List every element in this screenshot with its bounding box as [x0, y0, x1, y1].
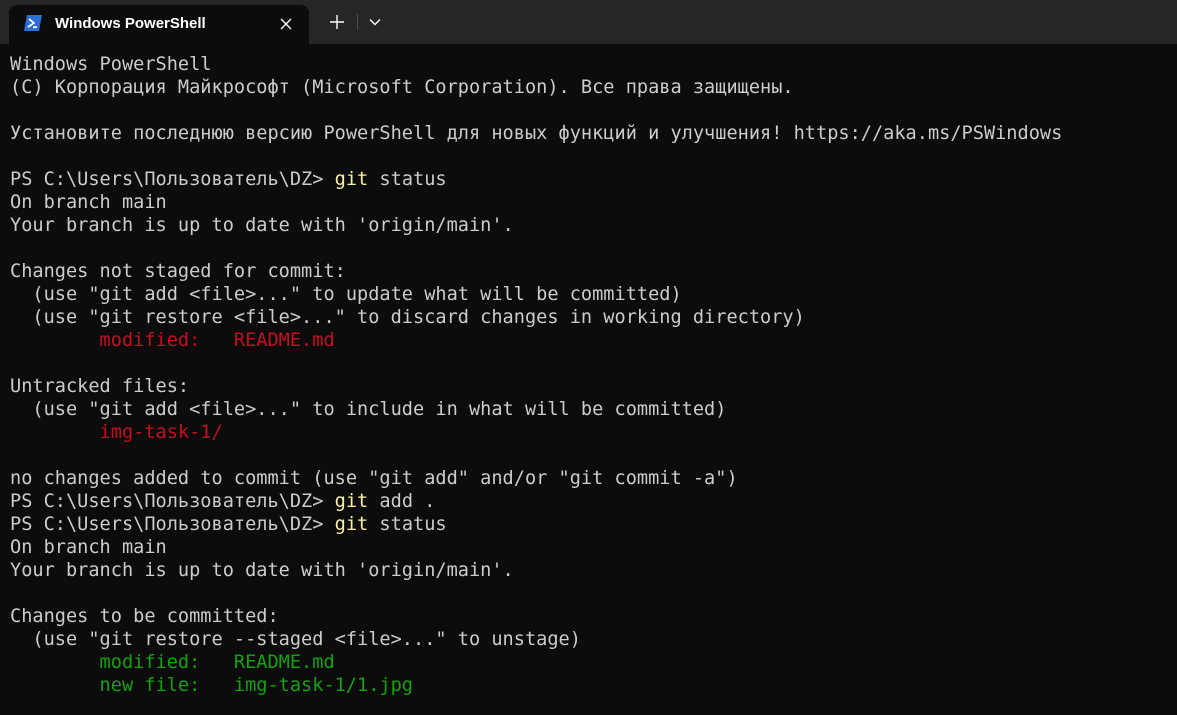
terminal-line: (use "git add <file>..." to update what … — [10, 283, 1170, 306]
terminal-text: PS C:\Users\Пользователь\DZ> — [10, 169, 335, 190]
command-keyword: git — [334, 514, 369, 535]
terminal-line: PS C:\Users\Пользователь\DZ> git status — [10, 513, 1170, 536]
terminal-line: Your branch is up to date with 'origin/m… — [10, 559, 1170, 582]
terminal-text: Changes to be committed: — [10, 606, 279, 627]
terminal-line: Changes not staged for commit: — [10, 260, 1170, 283]
terminal-text: no changes added to commit (use "git add… — [10, 468, 738, 489]
terminal-text: (use "git restore --staged <file>..." to… — [10, 629, 581, 650]
tab-separator — [357, 14, 358, 30]
plus-icon — [330, 15, 344, 29]
powershell-icon — [23, 14, 43, 32]
terminal-line: (C) Корпорация Майкрософт (Microsoft Cor… — [10, 76, 1170, 99]
terminal-text: (use "git add <file>..." to update what … — [10, 284, 682, 305]
tab-title: Windows PowerShell — [55, 15, 206, 32]
terminal-line: Установите последнюю версию PowerShell д… — [10, 122, 1170, 145]
terminal-line: new file: img-task-1/1.jpg — [10, 674, 1170, 697]
close-icon — [280, 18, 292, 30]
terminal-text: modified: README.md — [10, 330, 335, 351]
terminal-text: On branch main — [10, 537, 167, 558]
terminal-line: Windows PowerShell — [10, 53, 1170, 76]
terminal-text: Untracked files: — [10, 376, 190, 397]
terminal-text: Установите последнюю версию PowerShell д… — [10, 123, 1063, 144]
terminal-text: Your branch is up to date with 'origin/m… — [10, 560, 514, 581]
terminal-line: On branch main — [10, 536, 1170, 559]
tab-dropdown-button[interactable] — [362, 7, 388, 37]
terminal-text: PS C:\Users\Пользователь\DZ> — [10, 514, 335, 535]
terminal-line: Changes to be committed: — [10, 605, 1170, 628]
terminal-line: On branch main — [10, 191, 1170, 214]
terminal-text: (C) Корпорация Майкрософт (Microsoft Cor… — [10, 77, 794, 98]
terminal-line: no changes added to commit (use "git add… — [10, 467, 1170, 490]
terminal-line: modified: README.md — [10, 329, 1170, 352]
command-keyword: git — [334, 491, 369, 512]
tab-windows-powershell[interactable]: Windows PowerShell — [9, 5, 309, 44]
terminal-text: new file: img-task-1/1.jpg — [10, 675, 413, 696]
terminal-text: status — [368, 169, 447, 190]
new-tab-button[interactable] — [320, 7, 354, 37]
terminal-text: (use "git restore <file>..." to discard … — [10, 307, 805, 328]
powershell-window: Windows PowerShell Windows PowerShell (C)… — [0, 0, 1177, 715]
chevron-down-icon — [369, 19, 381, 26]
terminal-output[interactable]: Windows PowerShell (C) Корпорация Майкрос… — [10, 53, 1170, 713]
terminal-text: img-task-1/ — [10, 422, 223, 443]
terminal-line: Untracked files: — [10, 375, 1170, 398]
terminal-line: PS C:\Users\Пользователь\DZ> git status — [10, 168, 1170, 191]
terminal-line: (use "git restore --staged <file>..." to… — [10, 628, 1170, 651]
terminal-line: Your branch is up to date with 'origin/m… — [10, 214, 1170, 237]
terminal-line: PS C:\Users\Пользователь\DZ> git add . — [10, 490, 1170, 513]
terminal-text: (use "git add <file>..." to include in w… — [10, 399, 727, 420]
terminal-text: PS C:\Users\Пользователь\DZ> — [10, 491, 335, 512]
terminal-text: On branch main — [10, 192, 167, 213]
terminal-line: img-task-1/ — [10, 421, 1170, 444]
terminal-line: (use "git restore <file>..." to discard … — [10, 306, 1170, 329]
terminal-line: (use "git add <file>..." to include in w… — [10, 398, 1170, 421]
terminal-text: add . — [368, 491, 436, 512]
close-tab-button[interactable] — [275, 13, 297, 35]
tab-bar: Windows PowerShell — [0, 0, 1177, 44]
terminal-text: Windows PowerShell — [10, 54, 212, 75]
terminal-text: Your branch is up to date with 'origin/m… — [10, 215, 514, 236]
terminal-text: modified: README.md — [10, 652, 335, 673]
terminal-text: Changes not staged for commit: — [10, 261, 346, 282]
command-keyword: git — [334, 169, 369, 190]
terminal-line: modified: README.md — [10, 651, 1170, 674]
terminal-text: status — [368, 514, 447, 535]
